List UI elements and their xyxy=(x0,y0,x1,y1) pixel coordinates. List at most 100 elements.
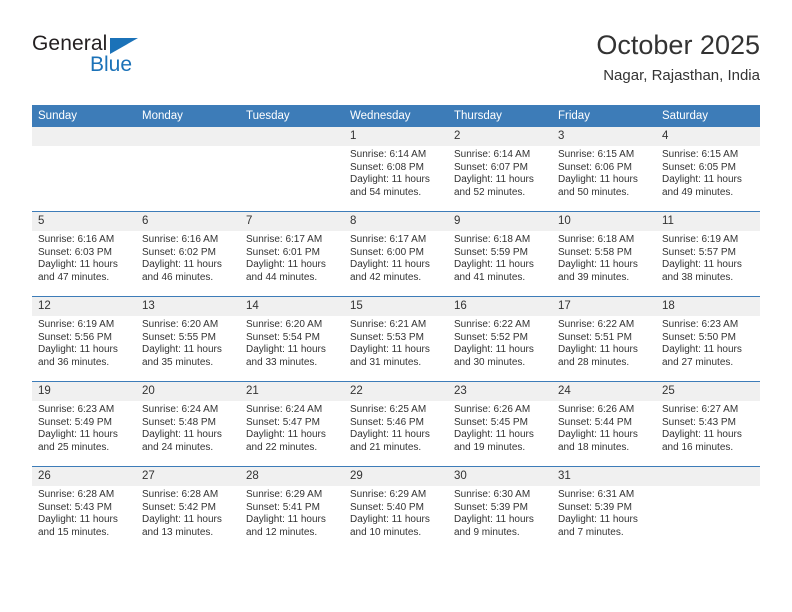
page-title: October 2025 xyxy=(596,30,760,60)
daylight-text: Daylight: 11 hours and 36 minutes. xyxy=(38,344,118,368)
day-cell[interactable]: 7 Sunrise: 6:17 AM Sunset: 6:01 PM Dayli… xyxy=(240,211,344,297)
weekday-header-sunday: Sunday xyxy=(32,105,136,127)
weekday-header-thursday: Thursday xyxy=(448,105,552,127)
day-number: 1 xyxy=(344,127,448,146)
sunrise-text: Sunrise: 6:26 AM xyxy=(454,404,531,415)
day-info: Sunrise: 6:14 AM Sunset: 6:08 PM Dayligh… xyxy=(344,146,448,199)
daylight-text: Daylight: 11 hours and 28 minutes. xyxy=(558,344,638,368)
day-cell[interactable]: 29 Sunrise: 6:29 AM Sunset: 5:40 PM Dayl… xyxy=(344,466,448,551)
day-number: 13 xyxy=(136,297,240,316)
day-cell[interactable]: 14 Sunrise: 6:20 AM Sunset: 5:54 PM Dayl… xyxy=(240,296,344,382)
day-cell[interactable]: 22 Sunrise: 6:25 AM Sunset: 5:46 PM Dayl… xyxy=(344,381,448,467)
day-cell[interactable] xyxy=(240,127,344,212)
sunset-text: Sunset: 6:03 PM xyxy=(38,246,112,258)
day-cell[interactable]: 31 Sunrise: 6:31 AM Sunset: 5:39 PM Dayl… xyxy=(552,466,656,551)
day-info: Sunrise: 6:18 AM Sunset: 5:58 PM Dayligh… xyxy=(552,231,656,284)
day-cell[interactable]: 3 Sunrise: 6:15 AM Sunset: 6:06 PM Dayli… xyxy=(552,127,656,212)
day-cell[interactable]: 5 Sunrise: 6:16 AM Sunset: 6:03 PM Dayli… xyxy=(32,211,136,297)
day-cell[interactable]: 20 Sunrise: 6:24 AM Sunset: 5:48 PM Dayl… xyxy=(136,381,240,467)
day-info: Sunrise: 6:16 AM Sunset: 6:02 PM Dayligh… xyxy=(136,231,240,284)
day-cell[interactable]: 15 Sunrise: 6:21 AM Sunset: 5:53 PM Dayl… xyxy=(344,296,448,382)
day-number xyxy=(656,467,760,486)
day-info: Sunrise: 6:14 AM Sunset: 6:07 PM Dayligh… xyxy=(448,146,552,199)
day-cell[interactable]: 30 Sunrise: 6:30 AM Sunset: 5:39 PM Dayl… xyxy=(448,466,552,551)
brand-logo[interactable]: General Blue xyxy=(32,32,232,92)
daylight-text: Daylight: 11 hours and 42 minutes. xyxy=(350,259,430,283)
daylight-text: Daylight: 11 hours and 38 minutes. xyxy=(662,259,742,283)
day-info: Sunrise: 6:28 AM Sunset: 5:43 PM Dayligh… xyxy=(32,486,136,539)
day-cell[interactable]: 8 Sunrise: 6:17 AM Sunset: 6:00 PM Dayli… xyxy=(344,211,448,297)
day-cell[interactable]: 1 Sunrise: 6:14 AM Sunset: 6:08 PM Dayli… xyxy=(344,127,448,212)
day-cell[interactable] xyxy=(136,127,240,212)
day-info: Sunrise: 6:23 AM Sunset: 5:50 PM Dayligh… xyxy=(656,316,760,369)
daylight-text: Daylight: 11 hours and 21 minutes. xyxy=(350,429,430,453)
day-cell[interactable] xyxy=(32,127,136,212)
day-cell[interactable]: 28 Sunrise: 6:29 AM Sunset: 5:41 PM Dayl… xyxy=(240,466,344,551)
daylight-text: Daylight: 11 hours and 46 minutes. xyxy=(142,259,222,283)
sunrise-text: Sunrise: 6:25 AM xyxy=(350,404,427,415)
day-cell[interactable]: 17 Sunrise: 6:22 AM Sunset: 5:51 PM Dayl… xyxy=(552,296,656,382)
day-info: Sunrise: 6:15 AM Sunset: 6:05 PM Dayligh… xyxy=(656,146,760,199)
calendar-body: 1 Sunrise: 6:14 AM Sunset: 6:08 PM Dayli… xyxy=(32,127,760,551)
day-cell[interactable]: 24 Sunrise: 6:26 AM Sunset: 5:44 PM Dayl… xyxy=(552,381,656,467)
sunset-text: Sunset: 5:49 PM xyxy=(38,416,112,428)
day-info: Sunrise: 6:21 AM Sunset: 5:53 PM Dayligh… xyxy=(344,316,448,369)
day-cell[interactable]: 13 Sunrise: 6:20 AM Sunset: 5:55 PM Dayl… xyxy=(136,296,240,382)
day-info: Sunrise: 6:30 AM Sunset: 5:39 PM Dayligh… xyxy=(448,486,552,539)
daylight-text: Daylight: 11 hours and 27 minutes. xyxy=(662,344,742,368)
day-info xyxy=(136,146,240,149)
sunrise-text: Sunrise: 6:18 AM xyxy=(558,234,635,245)
sunset-text: Sunset: 5:41 PM xyxy=(246,501,320,513)
weekday-header-monday: Monday xyxy=(136,105,240,127)
day-cell[interactable]: 2 Sunrise: 6:14 AM Sunset: 6:07 PM Dayli… xyxy=(448,127,552,212)
day-cell[interactable]: 6 Sunrise: 6:16 AM Sunset: 6:02 PM Dayli… xyxy=(136,211,240,297)
day-number: 10 xyxy=(552,212,656,231)
day-number: 30 xyxy=(448,467,552,486)
day-info: Sunrise: 6:28 AM Sunset: 5:42 PM Dayligh… xyxy=(136,486,240,539)
day-cell[interactable]: 16 Sunrise: 6:22 AM Sunset: 5:52 PM Dayl… xyxy=(448,296,552,382)
day-cell[interactable]: 19 Sunrise: 6:23 AM Sunset: 5:49 PM Dayl… xyxy=(32,381,136,467)
sunset-text: Sunset: 5:52 PM xyxy=(454,331,528,343)
day-number: 24 xyxy=(552,382,656,401)
day-number xyxy=(240,127,344,146)
sunrise-text: Sunrise: 6:30 AM xyxy=(454,489,531,500)
daylight-text: Daylight: 11 hours and 12 minutes. xyxy=(246,514,326,538)
day-number: 27 xyxy=(136,467,240,486)
week-row: 19 Sunrise: 6:23 AM Sunset: 5:49 PM Dayl… xyxy=(32,381,760,467)
day-cell[interactable]: 18 Sunrise: 6:23 AM Sunset: 5:50 PM Dayl… xyxy=(656,296,760,382)
day-cell[interactable]: 23 Sunrise: 6:26 AM Sunset: 5:45 PM Dayl… xyxy=(448,381,552,467)
day-cell[interactable]: 27 Sunrise: 6:28 AM Sunset: 5:42 PM Dayl… xyxy=(136,466,240,551)
weekday-header-wednesday: Wednesday xyxy=(344,105,448,127)
day-cell[interactable]: 10 Sunrise: 6:18 AM Sunset: 5:58 PM Dayl… xyxy=(552,211,656,297)
day-number xyxy=(32,127,136,146)
day-cell[interactable]: 12 Sunrise: 6:19 AM Sunset: 5:56 PM Dayl… xyxy=(32,296,136,382)
sunset-text: Sunset: 6:08 PM xyxy=(350,161,424,173)
daylight-text: Daylight: 11 hours and 16 minutes. xyxy=(662,429,742,453)
day-cell[interactable]: 9 Sunrise: 6:18 AM Sunset: 5:59 PM Dayli… xyxy=(448,211,552,297)
day-info: Sunrise: 6:25 AM Sunset: 5:46 PM Dayligh… xyxy=(344,401,448,454)
daylight-text: Daylight: 11 hours and 52 minutes. xyxy=(454,174,534,198)
day-number: 25 xyxy=(656,382,760,401)
sunrise-text: Sunrise: 6:22 AM xyxy=(558,319,635,330)
sunset-text: Sunset: 5:54 PM xyxy=(246,331,320,343)
day-number: 18 xyxy=(656,297,760,316)
day-number: 28 xyxy=(240,467,344,486)
calendar-table: Sunday Monday Tuesday Wednesday Thursday… xyxy=(32,105,760,551)
day-cell[interactable]: 21 Sunrise: 6:24 AM Sunset: 5:47 PM Dayl… xyxy=(240,381,344,467)
sunset-text: Sunset: 6:06 PM xyxy=(558,161,632,173)
day-cell[interactable] xyxy=(656,466,760,551)
title-block: October 2025 Nagar, Rajasthan, India xyxy=(596,28,760,87)
page-subtitle-location: Nagar, Rajasthan, India xyxy=(603,67,760,84)
sunset-text: Sunset: 5:51 PM xyxy=(558,331,632,343)
sunrise-text: Sunrise: 6:17 AM xyxy=(246,234,323,245)
sunset-text: Sunset: 5:39 PM xyxy=(454,501,528,513)
sunrise-text: Sunrise: 6:31 AM xyxy=(558,489,635,500)
day-cell[interactable]: 4 Sunrise: 6:15 AM Sunset: 6:05 PM Dayli… xyxy=(656,127,760,212)
sunset-text: Sunset: 5:45 PM xyxy=(454,416,528,428)
sunrise-text: Sunrise: 6:15 AM xyxy=(662,149,739,160)
day-cell[interactable]: 11 Sunrise: 6:19 AM Sunset: 5:57 PM Dayl… xyxy=(656,211,760,297)
sunset-text: Sunset: 5:42 PM xyxy=(142,501,216,513)
day-info: Sunrise: 6:20 AM Sunset: 5:54 PM Dayligh… xyxy=(240,316,344,369)
day-cell[interactable]: 25 Sunrise: 6:27 AM Sunset: 5:43 PM Dayl… xyxy=(656,381,760,467)
day-cell[interactable]: 26 Sunrise: 6:28 AM Sunset: 5:43 PM Dayl… xyxy=(32,466,136,551)
